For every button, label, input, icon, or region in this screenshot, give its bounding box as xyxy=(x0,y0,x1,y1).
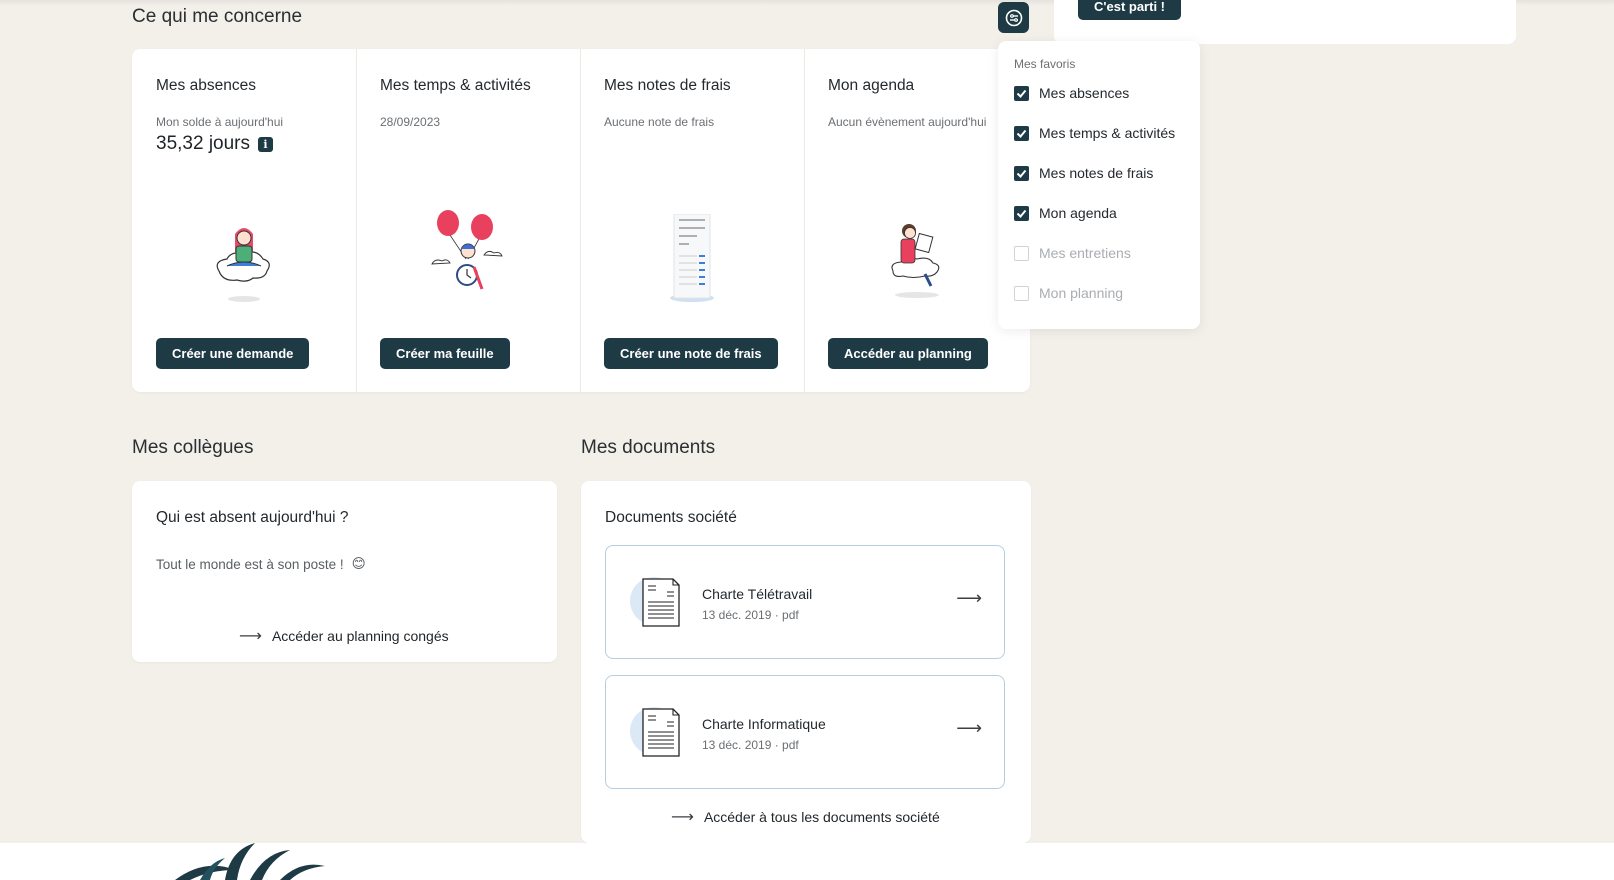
onboarding-card: C'est parti ! xyxy=(1054,0,1516,44)
create-expense-button[interactable]: Créer une note de frais xyxy=(604,338,778,369)
widget-subtitle: 28/09/2023 xyxy=(380,115,441,129)
widget-temps: Mes temps & activités 28/09/2023 Créer m… xyxy=(356,49,581,392)
favorite-item-planning: Mon planning xyxy=(1014,285,1123,301)
documents-card: Documents société Charte Télétravail 13 … xyxy=(581,481,1031,843)
widget-notes-frais: Mes notes de frais Aucune note de frais … xyxy=(580,49,805,392)
checkbox-checked-icon[interactable] xyxy=(1014,205,1029,221)
arrow-right-icon: ⟶ xyxy=(671,809,694,826)
favorite-label: Mes absences xyxy=(1039,85,1130,101)
widget-subtitle: Aucune note de frais xyxy=(604,115,715,129)
link-label: Accéder au planning congés xyxy=(271,628,449,644)
favorites-settings-button[interactable] xyxy=(998,2,1029,33)
plant-logo xyxy=(175,843,325,880)
meditation-illustration xyxy=(216,228,270,302)
create-request-button[interactable]: Créer une demande xyxy=(156,338,310,369)
favorites-dropdown: Mes favoris Mes absences Mes temps & act… xyxy=(998,41,1200,329)
absent-message: Tout le monde est à son poste ! xyxy=(156,556,344,572)
planning-conges-link[interactable]: ⟶ Accéder au planning congés xyxy=(239,626,449,646)
balloons-illustration xyxy=(431,210,503,290)
favorite-item-agenda[interactable]: Mon agenda xyxy=(1014,205,1117,221)
arrow-right-icon: ⟶ xyxy=(239,628,262,645)
document-meta: 13 déc. 2019 · pdf xyxy=(702,738,799,752)
footer xyxy=(0,843,1614,880)
arrow-right-icon: ⟶ xyxy=(956,588,982,608)
favorite-label: Mes notes de frais xyxy=(1039,165,1154,181)
smile-emoji-icon: 😊 xyxy=(351,556,366,571)
section-title-concerne: Ce qui me concerne xyxy=(132,6,303,27)
widget-subtitle: Aucun évènement aujourd'hui xyxy=(828,115,987,129)
absent-message-row: Tout le monde est à son poste ! 😊 xyxy=(156,556,366,572)
link-label: Accéder à tous les documents société xyxy=(703,809,940,825)
widget-title: Mes notes de frais xyxy=(604,77,731,94)
checkbox-checked-icon[interactable] xyxy=(1014,165,1029,181)
document-name: Charte Télétravail xyxy=(702,586,813,602)
widget-agenda: Mon agenda Aucun évènement aujourd'hui A… xyxy=(804,49,1030,392)
receipt-illustration xyxy=(670,214,714,302)
absent-today-card: Qui est absent aujourd'hui ? Tout le mon… xyxy=(132,481,557,662)
open-planning-button[interactable]: Accéder au planning xyxy=(828,338,988,369)
document-icon xyxy=(630,707,680,757)
favorite-item-notes-frais[interactable]: Mes notes de frais xyxy=(1014,165,1153,181)
favorite-item-absences[interactable]: Mes absences xyxy=(1014,85,1129,101)
favorite-label: Mes entretiens xyxy=(1039,245,1131,261)
favorite-label: Mon agenda xyxy=(1039,205,1117,221)
all-documents-link[interactable]: ⟶ Accéder à tous les documents société xyxy=(671,807,940,827)
widgets-card: Mes absences Mon solde à aujourd'hui 35,… xyxy=(132,49,1030,392)
favorite-label: Mon planning xyxy=(1039,285,1124,301)
checkbox-checked-icon[interactable] xyxy=(1014,85,1029,101)
document-meta: 13 déc. 2019 · pdf xyxy=(702,608,799,622)
favorites-header: Mes favoris xyxy=(1014,57,1076,71)
absent-card-title: Qui est absent aujourd'hui ? xyxy=(156,509,349,526)
widget-title: Mes absences xyxy=(156,77,256,94)
info-icon[interactable]: i xyxy=(258,136,274,152)
favorite-item-temps[interactable]: Mes temps & activités xyxy=(1014,125,1175,141)
widget-title: Mes temps & activités xyxy=(380,77,531,94)
cest-parti-button[interactable]: C'est parti ! xyxy=(1078,0,1181,20)
arrow-right-icon: ⟶ xyxy=(956,718,982,738)
favorite-item-entretiens: Mes entretiens xyxy=(1014,245,1131,261)
checkbox-disabled-icon xyxy=(1014,285,1029,301)
balance-value: 35,32 jours xyxy=(156,133,251,154)
widget-title: Mon agenda xyxy=(828,77,915,94)
section-title-documents: Mes documents xyxy=(581,437,716,458)
balance-value-row: 35,32 jours i xyxy=(156,133,274,155)
checkbox-disabled-icon xyxy=(1014,245,1029,261)
settings-icon xyxy=(1005,9,1022,26)
checkbox-checked-icon[interactable] xyxy=(1014,125,1029,141)
favorite-label: Mes temps & activités xyxy=(1039,125,1176,141)
document-icon xyxy=(630,577,680,627)
documents-card-title: Documents société xyxy=(605,509,737,526)
widget-absences: Mes absences Mon solde à aujourd'hui 35,… xyxy=(132,49,357,392)
document-item[interactable]: Charte Informatique 13 déc. 2019 · pdf ⟶ xyxy=(605,675,1005,789)
document-item[interactable]: Charte Télétravail 13 déc. 2019 · pdf ⟶ xyxy=(605,545,1005,659)
section-title-collegues: Mes collègues xyxy=(132,437,254,458)
document-name: Charte Informatique xyxy=(702,716,826,732)
widget-subtitle: Mon solde à aujourd'hui xyxy=(156,115,284,129)
reading-illustration xyxy=(891,224,940,298)
create-timesheet-button[interactable]: Créer ma feuille xyxy=(380,338,510,369)
